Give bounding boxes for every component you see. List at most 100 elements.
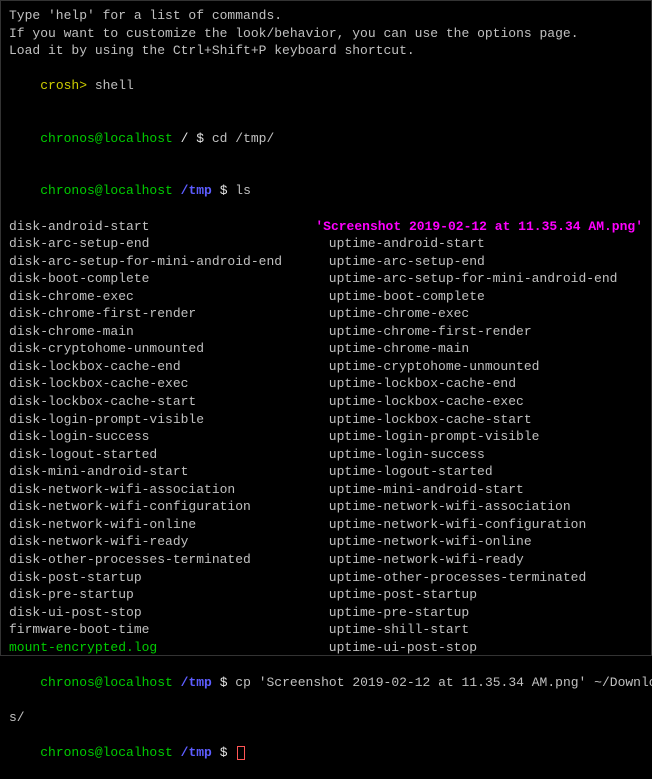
ls-row: disk-chrome-first-render uptime-chrome-e…: [9, 305, 643, 323]
ls-row: disk-mini-android-start uptime-logout-st…: [9, 463, 643, 481]
final-cmd[interactable]: [228, 745, 236, 760]
ls-file: disk-mini-android-start: [9, 463, 321, 481]
ls-file: disk-lockbox-cache-exec: [9, 375, 321, 393]
ls-row: disk-login-success uptime-login-prompt-v…: [9, 428, 643, 446]
ls-file: disk-chrome-exec: [9, 288, 321, 306]
ls-file: disk-chrome-first-render: [9, 305, 321, 323]
ls-row: disk-arc-setup-for-mini-android-end upti…: [9, 253, 643, 271]
ls-file: disk-post-startup: [9, 569, 321, 587]
crosh-cmd: shell: [87, 78, 134, 93]
ls-file: disk-login-prompt-visible: [9, 411, 321, 429]
ls-file: disk-boot-complete: [9, 270, 321, 288]
ls-row: disk-network-wifi-association uptime-min…: [9, 481, 643, 499]
ls-file: uptime-arc-setup-end: [321, 253, 485, 271]
userhost: chronos@localhost: [40, 183, 173, 198]
path: /tmp: [181, 675, 212, 690]
ls-row: disk-ui-post-stop uptime-pre-startup: [9, 604, 643, 622]
intro-customize2: Load it by using the Ctrl+Shift+P keyboa…: [9, 42, 643, 60]
ls-row: disk-pre-startup uptime-post-startup: [9, 586, 643, 604]
cursor: [237, 746, 245, 760]
sep: [173, 745, 181, 760]
cp-line-wrap: s/: [9, 709, 643, 727]
ls-file: uptime-shill-start: [321, 621, 469, 639]
sep: [173, 675, 181, 690]
sep: [173, 183, 181, 198]
intro-customize1: If you want to customize the look/behavi…: [9, 25, 643, 43]
ls-file: uptime-arc-setup-for-mini-android-end: [321, 270, 617, 288]
ls-file: uptime-network-wifi-association: [321, 498, 571, 516]
ls-row: disk-android-start'Screenshot 2019-02-12…: [9, 218, 643, 236]
userhost: chronos@localhost: [40, 131, 173, 146]
ls-file: uptime-other-processes-terminated: [321, 569, 586, 587]
dollar: $: [220, 183, 228, 198]
ls-file: mount-encrypted.log: [9, 639, 321, 657]
ls-row: firmware-boot-time uptime-shill-start: [9, 621, 643, 639]
ls-file: disk-network-wifi-ready: [9, 533, 321, 551]
ls-file: disk-arc-setup-for-mini-android-end: [9, 253, 321, 271]
ls-file: uptime-chrome-main: [321, 340, 469, 358]
ls-row: disk-other-processes-terminated uptime-n…: [9, 551, 643, 569]
ls-file: disk-logout-started: [9, 446, 321, 464]
ls-file: uptime-boot-complete: [321, 288, 485, 306]
ls-row: disk-cryptohome-unmounted uptime-chrome-…: [9, 340, 643, 358]
ls-file: uptime-lockbox-cache-start: [321, 411, 532, 429]
userhost: chronos@localhost: [40, 675, 173, 690]
ls-row: disk-network-wifi-online uptime-network-…: [9, 516, 643, 534]
ls-file: uptime-android-start: [321, 235, 485, 253]
terminal[interactable]: Type 'help' for a list of commands. If y…: [9, 7, 643, 779]
ls-file: uptime-network-wifi-configuration: [321, 516, 586, 534]
ls-row: disk-login-prompt-visible uptime-lockbox…: [9, 411, 643, 429]
ls-file: disk-android-start: [9, 218, 315, 236]
cd-line: chronos@localhost / $ cd /tmp/: [9, 112, 643, 165]
sep: [212, 745, 220, 760]
ls-file: disk-login-success: [9, 428, 321, 446]
ls-file: 'Screenshot 2019-02-12 at 11.35.34 AM.pn…: [315, 218, 643, 236]
ls-row: disk-chrome-main uptime-chrome-first-ren…: [9, 323, 643, 341]
ls-file: uptime-chrome-first-render: [321, 323, 532, 341]
ls-file: disk-lockbox-cache-end: [9, 358, 321, 376]
ls-row: disk-lockbox-cache-exec uptime-lockbox-c…: [9, 375, 643, 393]
ls-file: uptime-ui-post-stop: [321, 639, 477, 657]
ls-file: disk-other-processes-terminated: [9, 551, 321, 569]
crosh-prompt: crosh>: [40, 78, 87, 93]
ls-file: uptime-post-startup: [321, 586, 477, 604]
ls-row: disk-chrome-exec uptime-boot-complete: [9, 288, 643, 306]
ls-file: uptime-mini-android-start: [321, 481, 524, 499]
ls-file: firmware-boot-time: [9, 621, 321, 639]
ls-file: disk-network-wifi-configuration: [9, 498, 321, 516]
sep: [212, 183, 220, 198]
ls-file: uptime-cryptohome-unmounted: [321, 358, 539, 376]
ls-row: disk-post-startup uptime-other-processes…: [9, 569, 643, 587]
ls-file: uptime-logout-started: [321, 463, 493, 481]
sep: /: [173, 131, 196, 146]
ls-file: disk-pre-startup: [9, 586, 321, 604]
ls-row: disk-network-wifi-ready uptime-network-w…: [9, 533, 643, 551]
cp-cmd: cp 'Screenshot 2019-02-12 at 11.35.34 AM…: [228, 675, 652, 690]
ls-row: disk-network-wifi-configuration uptime-n…: [9, 498, 643, 516]
ls-file: uptime-lockbox-cache-exec: [321, 393, 524, 411]
ls-file: disk-network-wifi-online: [9, 516, 321, 534]
ls-file: uptime-chrome-exec: [321, 305, 469, 323]
cd-cmd: cd /tmp/: [204, 131, 274, 146]
ls-file: disk-lockbox-cache-start: [9, 393, 321, 411]
ls-row: disk-logout-started uptime-login-success: [9, 446, 643, 464]
ls-file: disk-chrome-main: [9, 323, 321, 341]
dollar: $: [220, 745, 228, 760]
ls-file: disk-network-wifi-association: [9, 481, 321, 499]
cp-line: chronos@localhost /tmp $ cp 'Screenshot …: [9, 656, 643, 709]
final-prompt-line[interactable]: chronos@localhost /tmp $: [9, 726, 643, 779]
intro-help: Type 'help' for a list of commands.: [9, 7, 643, 25]
ls-file: uptime-network-wifi-ready: [321, 551, 524, 569]
ls-file: uptime-login-prompt-visible: [321, 428, 539, 446]
ls-file: uptime-pre-startup: [321, 604, 469, 622]
crosh-line: crosh> shell: [9, 60, 643, 113]
dollar: $: [220, 675, 228, 690]
ls-output: disk-android-start'Screenshot 2019-02-12…: [9, 218, 643, 657]
ls-file: uptime-lockbox-cache-end: [321, 375, 516, 393]
ls-row: disk-boot-complete uptime-arc-setup-for-…: [9, 270, 643, 288]
ls-file: disk-arc-setup-end: [9, 235, 321, 253]
ls-line: chronos@localhost /tmp $ ls: [9, 165, 643, 218]
path: /tmp: [181, 183, 212, 198]
ls-row: disk-lockbox-cache-end uptime-cryptohome…: [9, 358, 643, 376]
ls-file: uptime-network-wifi-online: [321, 533, 532, 551]
